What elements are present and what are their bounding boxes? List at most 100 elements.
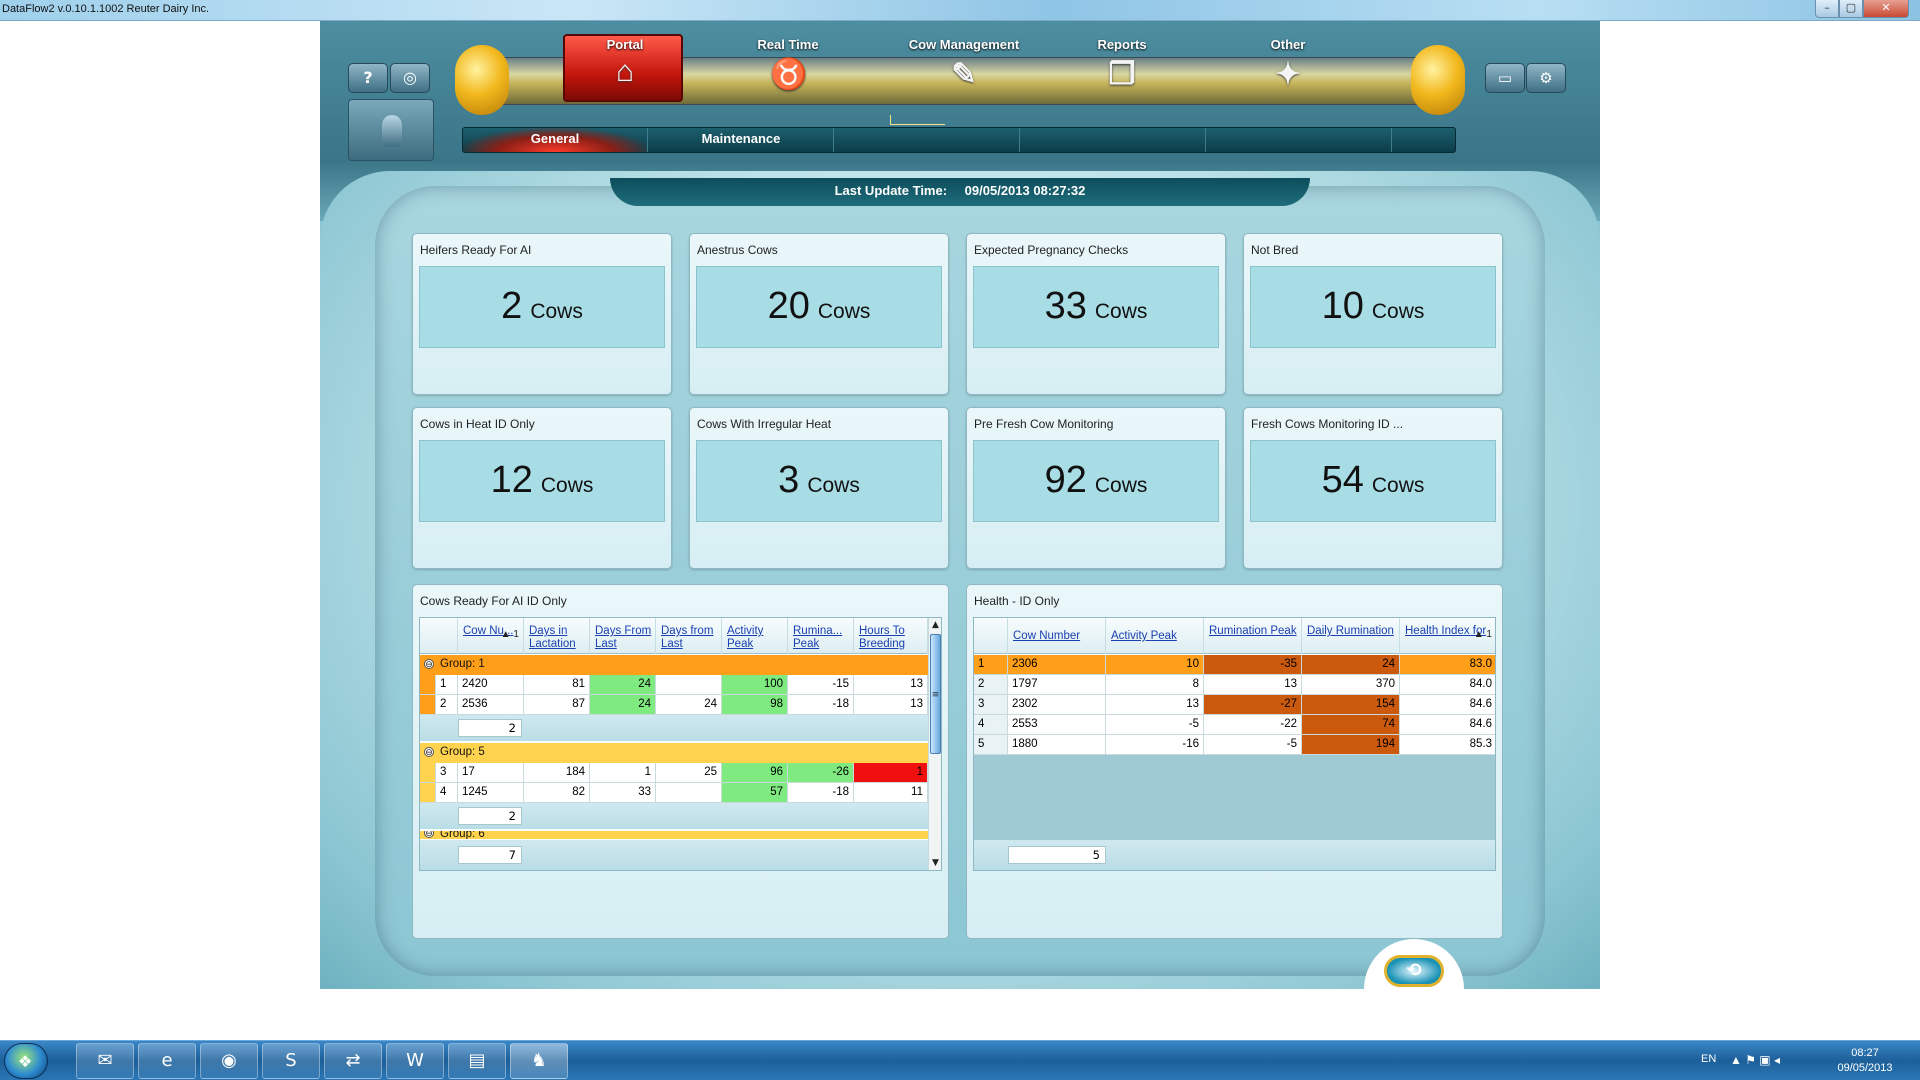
table-row[interactable]: 4 2553 -5 -22 74 84.6	[974, 715, 1495, 735]
tube-cap-right	[1411, 45, 1465, 115]
group-row[interactable]: ⊖ Group: 6	[420, 831, 928, 839]
cow-icon: ♉	[770, 58, 808, 91]
table-row[interactable]: 4 1245 82 33 57 -18 11	[420, 783, 928, 803]
monitor-button[interactable]: ▭	[1485, 63, 1525, 93]
collapse-icon[interactable]: ⊖	[424, 831, 434, 838]
minimize-button[interactable]: –	[1815, 0, 1839, 18]
explorer-icon[interactable]: ▤	[448, 1043, 506, 1079]
col-activity-peak[interactable]: Activity Peak	[1106, 618, 1204, 654]
card-irregular-heat[interactable]: Cows With Irregular Heat 3 Cows	[689, 407, 949, 569]
chrome-icon[interactable]: ◉	[200, 1043, 258, 1079]
subtab-maintenance[interactable]: Maintenance	[649, 128, 834, 152]
grid-footer: 5	[974, 840, 1495, 870]
card-heifers-ready[interactable]: Heifers Ready For AI 2 Cows	[412, 233, 672, 395]
card-count: 3	[778, 459, 800, 501]
close-button[interactable]: ✕	[1863, 0, 1909, 18]
word-icon[interactable]: W	[386, 1043, 444, 1079]
col-days-in-lactation[interactable]: Days in Lactation	[524, 618, 590, 654]
table-row[interactable]: 2 2536 87 24 24 98 -18 13	[420, 695, 928, 715]
documents-icon: ❐	[1108, 58, 1136, 91]
col-activity-peak[interactable]: Activity Peak	[722, 618, 788, 654]
col-cow-number[interactable]: Cow Number	[1008, 618, 1106, 654]
skype-icon[interactable]: S	[262, 1043, 320, 1079]
tab-portal[interactable]: Portal ⌂	[563, 34, 683, 102]
user-panel[interactable]	[348, 99, 434, 161]
card-count: 20	[767, 285, 810, 327]
tab-other[interactable]: Other ✦	[1228, 21, 1348, 101]
card-not-bred[interactable]: Not Bred 10 Cows	[1243, 233, 1503, 395]
barn-icon: ⌂	[615, 55, 635, 88]
card-fresh-cows[interactable]: Fresh Cows Monitoring ID ... 54 Cows	[1243, 407, 1503, 569]
windows-icon: ❖	[18, 1052, 33, 1071]
teamviewer-icon[interactable]: ⇄	[324, 1043, 382, 1079]
collapse-icon[interactable]: ⊖	[424, 747, 434, 757]
table-row[interactable]: 1 2420 81 24 100 -15 13	[420, 675, 928, 695]
settings-button[interactable]: ⚙	[1526, 63, 1566, 93]
grid-header: Cow Nu... ▲ 1 Days in Lactation Days From…	[420, 618, 928, 654]
scroll-thumb[interactable]: ≡	[930, 634, 941, 754]
card-expected-pregnancy[interactable]: Expected Pregnancy Checks 33 Cows	[966, 233, 1226, 395]
subtab-general[interactable]: General	[463, 128, 648, 152]
total-count: 5	[1008, 846, 1106, 864]
subtab-empty	[835, 128, 1020, 152]
group-row[interactable]: ⊖ Group: 1	[420, 655, 928, 675]
subtab-empty	[1207, 128, 1392, 152]
clock-date: 09/05/2013	[1837, 1062, 1893, 1074]
table-row[interactable]: 5 1880 -16 -5 194 85.3	[974, 735, 1495, 755]
maximize-button[interactable]: ▢	[1839, 0, 1863, 18]
collapse-icon[interactable]: ⊖	[424, 659, 434, 669]
card-count: 92	[1044, 459, 1087, 501]
group-count: 2	[458, 719, 522, 737]
clock[interactable]: 08:27 09/05/2013	[1822, 1046, 1908, 1076]
scroll-down-icon[interactable]: ▼	[929, 856, 941, 870]
col-rumination-peak[interactable]: Rumination Peak	[1204, 618, 1302, 654]
table-row[interactable]: 2 1797 8 13 370 84.0	[974, 675, 1495, 695]
table-row[interactable]: 3 2302 13 -27 154 84.6	[974, 695, 1495, 715]
col-cow-number[interactable]: Cow Nu... ▲ 1	[458, 618, 524, 654]
ie-icon[interactable]: e	[138, 1043, 196, 1079]
col-daily-rumination[interactable]: Daily Rumination	[1302, 618, 1400, 654]
group-count: 2	[458, 807, 522, 825]
col-hours-to-breeding[interactable]: Hours To Breeding	[854, 618, 928, 654]
help-button[interactable]: ?	[348, 63, 388, 93]
grid-footer: 7	[420, 840, 928, 870]
tab-cow-management[interactable]: Cow Management ✎	[894, 21, 1034, 101]
start-button[interactable]: ❖	[4, 1043, 48, 1079]
col-days-from-last[interactable]: Days From Last	[590, 618, 656, 654]
scroll-up-icon[interactable]: ▲	[929, 618, 941, 632]
ai-grid-panel: Cows Ready For AI ID Only Cow Nu... ▲ 1 D…	[412, 584, 949, 939]
outlook-icon[interactable]: ✉	[76, 1043, 134, 1079]
col-rumination-peak[interactable]: Rumina... Peak	[788, 618, 854, 654]
card-pre-fresh[interactable]: Pre Fresh Cow Monitoring 92 Cows	[966, 407, 1226, 569]
language-indicator[interactable]: EN	[1701, 1053, 1716, 1065]
dataflow-icon[interactable]: ♞	[510, 1043, 568, 1079]
window-title: DataFlow2 v.0.10.1.1002 Reuter Dairy Inc…	[2, 3, 210, 15]
table-row[interactable]: 1 2306 10 -35 24 83.0	[974, 655, 1495, 675]
health-grid-panel: Health - ID Only Cow Number Activity Pea…	[966, 584, 1503, 939]
subtab-empty	[1021, 128, 1206, 152]
col-health-index[interactable]: Health Index for ▲ 1	[1400, 618, 1495, 654]
grid-header: Cow Number Activity Peak Rumination Peak…	[974, 618, 1495, 654]
vertical-scrollbar[interactable]: ▲ ≡ ▼	[928, 618, 941, 870]
card-cows-in-heat[interactable]: Cows in Heat ID Only 12 Cows	[412, 407, 672, 569]
tube-cap-left	[455, 45, 509, 115]
tray-icons[interactable]: ▲ ⚑ ▣ ◂	[1730, 1053, 1780, 1067]
card-count: 54	[1321, 459, 1364, 501]
user-icon	[382, 115, 402, 147]
card-count: 2	[501, 285, 523, 327]
tab-reports[interactable]: Reports ❐	[1062, 21, 1182, 101]
tab-real-time[interactable]: Real Time ♉	[728, 21, 848, 101]
table-row[interactable]: 3 17 184 1 25 96 -26 1	[420, 763, 928, 783]
taskbar: ❖ ✉ e ◉ S ⇄ W ▤ ♞ EN ▲ ⚑ ▣ ◂ 08:27 09/05…	[0, 1040, 1920, 1080]
group-row[interactable]: ⊖ Group: 5	[420, 743, 928, 763]
last-update-banner: Last Update Time: 09/05/2013 08:27:32	[610, 178, 1310, 206]
card-anestrus-cows[interactable]: Anestrus Cows 20 Cows	[689, 233, 949, 395]
health-grid: Cow Number Activity Peak Rumination Peak…	[973, 617, 1496, 871]
ai-grid: Cow Nu... ▲ 1 Days in Lactation Days From…	[419, 617, 942, 871]
globe-button[interactable]: ◎	[390, 63, 430, 93]
app-window: ? ◎ ▭ ⚙ Portal ⌂ Real Time ♉ Cow Managem…	[320, 21, 1600, 989]
clock-time: 08:27	[1851, 1047, 1879, 1059]
col-days-from-last-2[interactable]: Days from Last	[656, 618, 722, 654]
group-summary-row: 2	[420, 803, 928, 829]
sub-tab-bar: General Maintenance	[462, 127, 1456, 153]
